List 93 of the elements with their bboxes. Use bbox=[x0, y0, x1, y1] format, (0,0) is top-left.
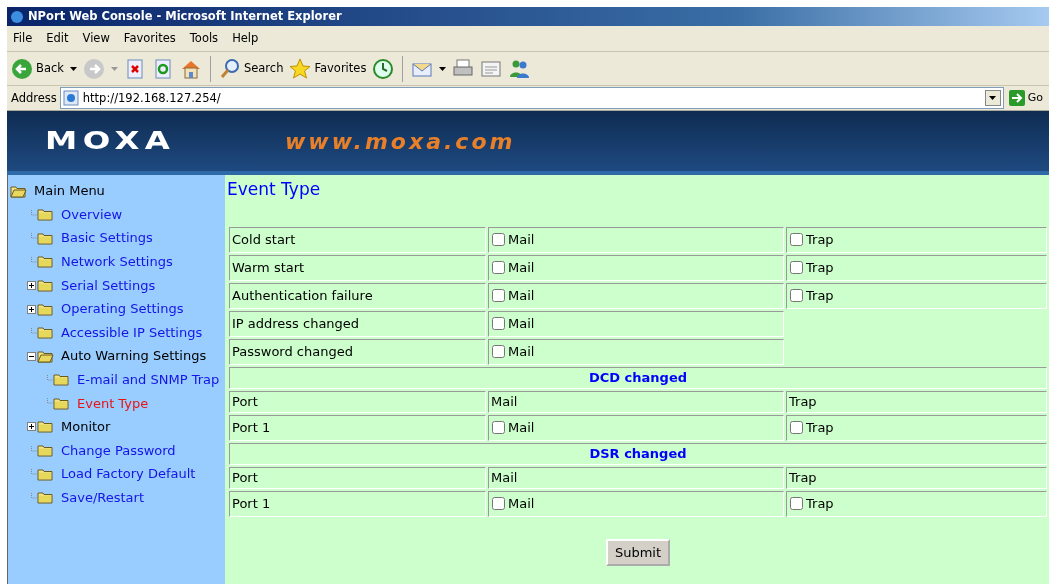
folder-icon bbox=[37, 326, 54, 340]
checkbox[interactable] bbox=[790, 421, 803, 434]
checkbox-label: Mail bbox=[508, 260, 535, 275]
menu-item[interactable]: Help bbox=[232, 30, 259, 48]
menu-item[interactable]: Favorites bbox=[123, 30, 176, 48]
checkbox-label: Trap bbox=[806, 496, 834, 511]
menu-item[interactable]: E-mail and SNMP Trap bbox=[70, 370, 220, 390]
checkbox[interactable] bbox=[492, 261, 505, 274]
logo: MOXA bbox=[45, 126, 177, 158]
website-url: www.moxa.com bbox=[285, 127, 516, 156]
search-icon[interactable] bbox=[218, 57, 241, 80]
menu-item[interactable]: Network Settings bbox=[54, 252, 173, 272]
folder-icon bbox=[37, 208, 54, 222]
open-folder-icon bbox=[37, 349, 54, 363]
checkbox-label: Trap bbox=[806, 232, 834, 247]
menu-item[interactable]: Auto Warning Settings bbox=[54, 346, 207, 366]
checkbox-label: Mail bbox=[508, 496, 535, 511]
section-heading: DSR changed bbox=[589, 446, 687, 461]
caret-icon[interactable] bbox=[69, 66, 77, 71]
menu-item[interactable]: View bbox=[82, 30, 110, 48]
checkbox[interactable] bbox=[790, 233, 803, 246]
checkbox[interactable] bbox=[790, 261, 803, 274]
caret-icon[interactable] bbox=[439, 66, 447, 71]
menu-item[interactable]: Tools bbox=[189, 30, 219, 48]
checkbox[interactable] bbox=[492, 345, 505, 358]
page-icon bbox=[62, 90, 79, 107]
folder-icon bbox=[37, 420, 54, 434]
column-header: Mail bbox=[491, 394, 518, 409]
menu-item[interactable]: Operating Settings bbox=[54, 299, 184, 319]
window-title: NPort Web Console - Microsoft Internet Explorer bbox=[28, 8, 342, 25]
column-header: Port bbox=[232, 470, 258, 485]
checkbox-label: Mail bbox=[508, 288, 535, 303]
column-header: Trap bbox=[789, 470, 817, 485]
checkbox[interactable] bbox=[492, 289, 505, 302]
section-heading: DCD changed bbox=[588, 370, 688, 385]
menu-item[interactable]: Accessible IP Settings bbox=[54, 322, 203, 343]
column-header: Trap bbox=[789, 394, 817, 409]
checkbox[interactable] bbox=[790, 289, 803, 302]
column-header: Mail bbox=[491, 470, 518, 485]
checkbox[interactable] bbox=[492, 421, 505, 434]
checkbox-label: Mail bbox=[508, 344, 535, 359]
star-icon[interactable] bbox=[289, 57, 312, 80]
checkbox-label: Trap bbox=[806, 288, 834, 303]
checkbox[interactable] bbox=[492, 497, 505, 510]
port-label: Port 1 bbox=[232, 496, 271, 511]
plus-box-icon[interactable] bbox=[27, 422, 36, 432]
event-label: Authentication failure bbox=[232, 288, 373, 303]
submit-button[interactable]: Submit bbox=[605, 538, 671, 567]
go-button[interactable]: Go bbox=[1006, 90, 1045, 107]
folder-icon bbox=[37, 491, 54, 505]
plus-box-icon[interactable] bbox=[27, 304, 36, 314]
checkbox-label: Mail bbox=[508, 232, 535, 247]
clock-icon[interactable] bbox=[372, 57, 395, 80]
address-bar-field[interactable]: http://192.168.127.254/ bbox=[60, 88, 1003, 109]
checkbox[interactable] bbox=[492, 233, 505, 246]
menu-item[interactable]: Load Factory Default bbox=[54, 464, 196, 484]
address-label: Address bbox=[11, 89, 57, 107]
column-header: Port bbox=[232, 394, 258, 409]
folder-icon bbox=[53, 396, 70, 410]
plus-box-icon[interactable] bbox=[27, 280, 36, 290]
search-button[interactable]: Search bbox=[218, 57, 284, 80]
menu-item[interactable]: Save/Restart bbox=[54, 488, 144, 508]
menu-item[interactable]: Overview bbox=[54, 204, 123, 225]
checkbox[interactable] bbox=[790, 497, 803, 510]
folder-icon bbox=[53, 373, 70, 387]
menu-root[interactable]: Main Menu bbox=[27, 181, 105, 201]
event-label: IP address changed bbox=[232, 316, 360, 331]
checkbox-label: Trap bbox=[806, 420, 834, 435]
browser-icon bbox=[10, 9, 24, 24]
favorites-button[interactable]: Favorites bbox=[289, 57, 367, 80]
menu-item[interactable]: Monitor bbox=[54, 417, 111, 437]
event-label: Warm start bbox=[232, 260, 305, 275]
minus-box-icon[interactable] bbox=[27, 351, 36, 361]
folder-icon bbox=[37, 255, 54, 269]
folder-icon bbox=[37, 467, 54, 481]
folder-icon bbox=[37, 231, 54, 245]
port-label: Port 1 bbox=[232, 420, 271, 435]
menu-item[interactable]: Serial Settings bbox=[54, 275, 156, 296]
folder-icon bbox=[37, 444, 54, 458]
checkbox-label: Mail bbox=[508, 316, 535, 331]
back-button[interactable]: Back bbox=[11, 57, 64, 80]
checkbox-label: Trap bbox=[806, 260, 834, 275]
event-label: Cold start bbox=[232, 232, 296, 247]
folder-icon bbox=[37, 278, 54, 292]
menu-item[interactable]: Edit bbox=[46, 30, 69, 48]
event-label: Password changed bbox=[232, 344, 353, 359]
page-title: Event Type bbox=[227, 179, 321, 200]
folder-icon bbox=[37, 302, 54, 316]
menu-item[interactable]: File bbox=[13, 30, 33, 48]
checkbox[interactable] bbox=[492, 317, 505, 330]
menu-item[interactable]: Basic Settings bbox=[54, 228, 153, 248]
menu-item[interactable]: Change Password bbox=[54, 440, 176, 461]
checkbox-label: Mail bbox=[508, 420, 535, 435]
